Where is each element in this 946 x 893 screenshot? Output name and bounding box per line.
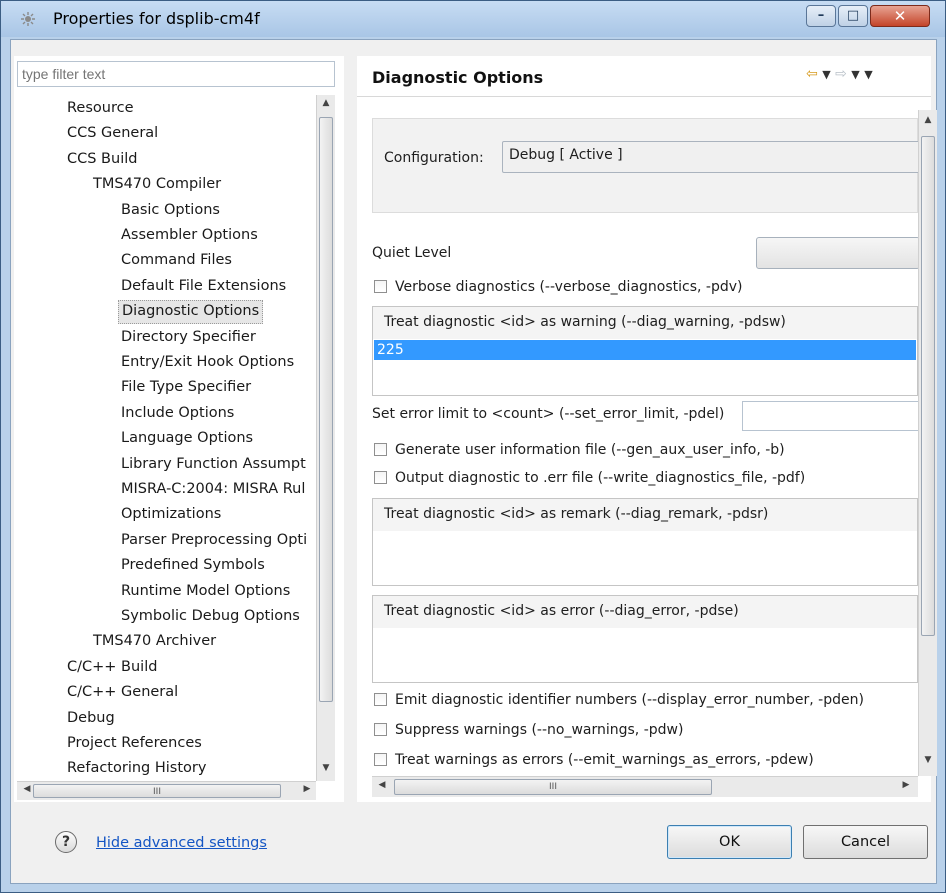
display-error-number-checkbox[interactable]: Emit diagnostic identifier numbers (--di…	[374, 690, 864, 710]
tree-item[interactable]: Default File Extensions	[121, 275, 286, 297]
diag-warning-list[interactable]: Treat diagnostic <id> as warning (--diag…	[372, 306, 918, 396]
quiet-level-select[interactable]	[756, 237, 920, 269]
tree-item[interactable]: Entry/Exit Hook Options	[121, 351, 294, 373]
tree-hscroll-thumb[interactable]: III	[33, 784, 281, 798]
tree-item[interactable]: C/C++ Build	[67, 656, 157, 678]
verbose-diagnostics-checkbox[interactable]: Verbose diagnostics (--verbose_diagnosti…	[374, 277, 742, 297]
tree-item[interactable]: Basic Options	[121, 199, 220, 221]
write-diagnostics-file-label: Output diagnostic to .err file (--write_…	[395, 470, 806, 486]
gen-aux-user-info-label: Generate user information file (--gen_au…	[395, 442, 785, 458]
header-separator	[357, 96, 931, 97]
checkbox-box[interactable]	[374, 443, 387, 456]
tree-item[interactable]: Parser Preprocessing Opti	[121, 529, 307, 551]
write-diagnostics-file-checkbox[interactable]: Output diagnostic to .err file (--write_…	[374, 468, 805, 488]
scroll-left-icon[interactable]: ◀	[376, 780, 388, 790]
page-navigation: ⇦ ▼ ⇨ ▼ ▼	[806, 66, 873, 82]
back-menu-icon[interactable]: ▼	[822, 68, 830, 81]
maximize-button[interactable]: □	[838, 5, 868, 27]
tree-item[interactable]: Refactoring History	[67, 757, 206, 779]
options-scroll-thumb[interactable]	[921, 136, 935, 636]
view-menu-icon[interactable]: ▼	[864, 68, 872, 81]
scroll-down-icon[interactable]: ▼	[919, 755, 937, 765]
tree-item[interactable]: Directory Specifier	[121, 326, 256, 348]
tree-item[interactable]: Debug	[67, 707, 115, 729]
ok-button[interactable]: OK	[667, 825, 792, 859]
app-icon	[21, 12, 35, 26]
scroll-left-icon[interactable]: ◀	[21, 784, 33, 794]
error-limit-label: Set error limit to <count> (--set_error_…	[372, 406, 725, 422]
scroll-right-icon[interactable]: ▶	[301, 784, 313, 794]
title-bar[interactable]: Properties for dsplib-cm4f – □ ✕	[1, 1, 945, 37]
tree-item[interactable]: C/C++ General	[67, 681, 178, 703]
diag-remark-list[interactable]: Treat diagnostic <id> as remark (--diag_…	[372, 498, 918, 586]
tree-item[interactable]: TMS470 Archiver	[93, 630, 216, 652]
help-icon[interactable]: ?	[55, 831, 77, 853]
warnings-as-errors-label: Treat warnings as errors (--emit_warning…	[395, 752, 814, 768]
tree-item[interactable]: Command Files	[121, 249, 232, 271]
list-item[interactable]: 225	[374, 340, 916, 360]
quiet-level-label: Quiet Level	[372, 245, 452, 261]
options-hscroll-thumb[interactable]: III	[394, 779, 712, 795]
diag-error-header: Treat diagnostic <id> as error (--diag_e…	[373, 596, 917, 628]
tree-item[interactable]: TMS470 Compiler	[93, 173, 221, 195]
tree-item[interactable]: Predefined Symbols	[121, 554, 265, 576]
forward-menu-icon[interactable]: ▼	[851, 68, 859, 81]
tree-item[interactable]: Runtime Model Options	[121, 580, 290, 602]
window-title: Properties for dsplib-cm4f	[53, 9, 260, 28]
scroll-right-icon[interactable]: ▶	[900, 780, 912, 790]
display-error-number-label: Emit diagnostic identifier numbers (--di…	[395, 692, 864, 708]
tree-item[interactable]: MISRA-C:2004: MISRA Rul	[121, 478, 305, 500]
gen-aux-user-info-checkbox[interactable]: Generate user information file (--gen_au…	[374, 440, 785, 460]
scroll-up-icon[interactable]: ▲	[317, 98, 335, 108]
warnings-as-errors-checkbox[interactable]: Treat warnings as errors (--emit_warning…	[374, 750, 814, 770]
tree-item[interactable]: Symbolic Debug Options	[121, 605, 300, 627]
back-arrow-icon[interactable]: ⇦	[806, 66, 818, 82]
minimize-icon: –	[817, 8, 825, 23]
tree-item[interactable]: Optimizations	[121, 503, 221, 525]
no-warnings-label: Suppress warnings (--no_warnings, -pdw)	[395, 722, 684, 738]
error-limit-input[interactable]	[742, 401, 920, 431]
tree-item[interactable]: File Type Specifier	[121, 376, 251, 398]
tree-item[interactable]: Resource	[67, 97, 134, 119]
diag-error-list[interactable]: Treat diagnostic <id> as error (--diag_e…	[372, 595, 918, 683]
diag-warning-header: Treat diagnostic <id> as warning (--diag…	[373, 307, 917, 339]
tree-item[interactable]: CCS General	[67, 122, 158, 144]
checkbox-box[interactable]	[374, 280, 387, 293]
tree-scroll-thumb[interactable]	[319, 117, 333, 702]
cancel-button[interactable]: Cancel	[803, 825, 928, 859]
scroll-up-icon[interactable]: ▲	[919, 115, 937, 125]
verbose-diagnostics-label: Verbose diagnostics (--verbose_diagnosti…	[395, 279, 743, 295]
page-title: Diagnostic Options	[372, 68, 544, 87]
filter-input[interactable]	[17, 61, 335, 87]
close-icon: ✕	[893, 7, 907, 25]
diag-remark-header: Treat diagnostic <id> as remark (--diag_…	[373, 499, 917, 531]
options-horizontal-scrollbar[interactable]: ◀ III ▶	[372, 776, 918, 797]
scroll-down-icon[interactable]: ▼	[317, 763, 335, 773]
checkbox-box[interactable]	[374, 471, 387, 484]
close-button[interactable]: ✕	[870, 5, 930, 27]
configuration-select[interactable]: Debug [ Active ]	[502, 141, 920, 173]
grip-icon: III	[153, 787, 161, 797]
tree-item[interactable]: Language Options	[121, 427, 253, 449]
tree-item[interactable]: Library Function Assumpt	[121, 453, 306, 475]
tree-item[interactable]: CCS Build	[67, 148, 137, 170]
grip-icon: III	[549, 782, 557, 792]
options-vertical-scrollbar[interactable]: ▲ ▼	[918, 110, 937, 776]
forward-arrow-icon[interactable]: ⇨	[835, 66, 847, 82]
checkbox-box[interactable]	[374, 723, 387, 736]
tree-item[interactable]: Diagnostic Options	[118, 300, 264, 325]
checkbox-box[interactable]	[374, 693, 387, 706]
tree-item[interactable]: Project References	[67, 732, 202, 754]
tree-item[interactable]: Include Options	[121, 402, 234, 424]
checkbox-box[interactable]	[374, 753, 387, 766]
hide-advanced-settings-link[interactable]: Hide advanced settings	[96, 835, 267, 851]
property-tree: Resource CCS General CCS Build TMS470 Compi…	[17, 95, 315, 781]
tree-vertical-scrollbar[interactable]: ▲ ▼	[316, 95, 335, 781]
tree-horizontal-scrollbar[interactable]: ◀ III ▶	[17, 781, 316, 800]
no-warnings-checkbox[interactable]: Suppress warnings (--no_warnings, -pdw)	[374, 720, 683, 740]
maximize-icon: □	[846, 8, 860, 23]
configuration-label: Configuration:	[384, 150, 484, 166]
minimize-button[interactable]: –	[806, 5, 836, 27]
tree-item[interactable]: Assembler Options	[121, 224, 258, 246]
